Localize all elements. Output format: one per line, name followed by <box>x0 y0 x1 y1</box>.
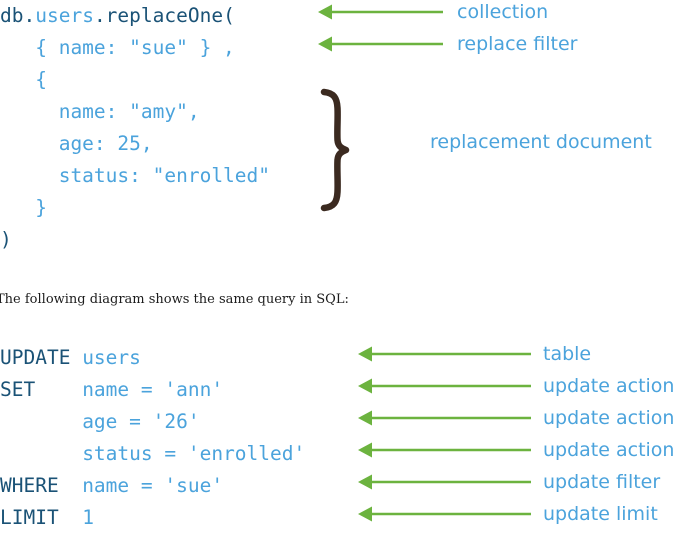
mongodb-code-line: db.users.replaceOne( <box>0 0 270 32</box>
sql-code-token <box>0 410 82 433</box>
sql-code-token: age = '26' <box>82 410 200 433</box>
mongodb-annotation: replace filter <box>318 32 577 56</box>
sql-annotation-label: update action <box>543 406 675 429</box>
sql-code-token <box>0 442 82 465</box>
mongodb-code-token: { name: "sue" } , <box>0 36 235 59</box>
sql-annotation: update action <box>358 406 674 430</box>
left-arrow-icon <box>358 502 531 526</box>
sql-code-token: LIMIT <box>0 506 83 529</box>
mongodb-code-token: db <box>0 4 24 27</box>
sql-annotation-label: update action <box>543 438 675 461</box>
left-arrow-icon <box>318 32 443 56</box>
mongodb-code-line: age: 25, <box>0 128 270 160</box>
sql-code-token: users <box>82 346 141 369</box>
sql-annotation-label: update filter <box>543 470 661 493</box>
sql-code-line: LIMIT 1 <box>0 502 305 534</box>
mongodb-code-block: db.users.replaceOne( { name: "sue" } , {… <box>0 0 270 256</box>
mongodb-code-token: ) <box>0 228 12 251</box>
left-arrow-icon <box>358 470 531 494</box>
sql-annotation: update filter <box>358 470 660 494</box>
left-arrow-icon <box>318 0 443 24</box>
mongodb-code-token: .replaceOne( <box>93 4 235 27</box>
left-arrow-icon <box>358 438 531 462</box>
mongodb-code-token: status: "enrolled" <box>0 164 271 187</box>
sql-annotation: update action <box>358 438 674 462</box>
sql-code-line: age = '26' <box>0 406 305 438</box>
mongodb-code-line: { name: "sue" } , <box>0 32 270 64</box>
replacement-document-label: replacement document <box>430 131 652 153</box>
mongodb-code-line: } <box>0 192 270 224</box>
mongodb-code-token: } <box>0 196 47 219</box>
sql-code-block: UPDATE users SET name = 'ann' age = '26' … <box>0 342 305 534</box>
sql-code-token: name = 'ann' <box>82 378 224 401</box>
mongodb-code-token: age: 25, <box>0 132 153 155</box>
sql-annotation: update limit <box>358 502 658 526</box>
mongodb-code-token: name: "amy", <box>0 100 200 123</box>
sql-code-line: UPDATE users <box>0 342 305 374</box>
mongodb-code-token: users <box>35 4 94 27</box>
sql-annotation-label: update limit <box>543 502 658 525</box>
mongodb-annotation-label: collection <box>457 0 549 23</box>
mongodb-code-line: status: "enrolled" <box>0 160 270 192</box>
left-arrow-icon <box>358 374 531 398</box>
sql-annotation-label: update action <box>543 374 675 397</box>
mongodb-annotation-label: replace filter <box>457 32 578 55</box>
mongodb-code-line: { <box>0 64 270 96</box>
sql-code-token: UPDATE <box>0 346 83 369</box>
sql-code-token: name = 'sue' <box>82 474 224 497</box>
sql-code-token: WHERE <box>0 474 83 497</box>
left-arrow-icon <box>358 342 531 366</box>
prose-line: The following diagram shows the same que… <box>0 292 349 307</box>
sql-code-token: SET <box>0 378 83 401</box>
left-arrow-icon <box>358 406 531 430</box>
sql-code-token: status = 'enrolled' <box>82 442 306 465</box>
sql-code-line: SET name = 'ann' <box>0 374 305 406</box>
hand-drawn-brace-icon <box>314 88 358 212</box>
sql-code-token: 1 <box>82 506 94 529</box>
sql-annotation: update action <box>358 374 674 398</box>
mongodb-annotation: collection <box>318 0 548 24</box>
sql-annotation-label: table <box>543 342 592 365</box>
sql-code-line: WHERE name = 'sue' <box>0 470 305 502</box>
mongodb-code-line: name: "amy", <box>0 96 270 128</box>
mongodb-code-token: { <box>0 68 47 91</box>
mongodb-code-line: ) <box>0 224 270 256</box>
sql-annotation: table <box>358 342 591 366</box>
mongodb-code-token: . <box>23 4 36 27</box>
sql-code-line: status = 'enrolled' <box>0 438 305 470</box>
